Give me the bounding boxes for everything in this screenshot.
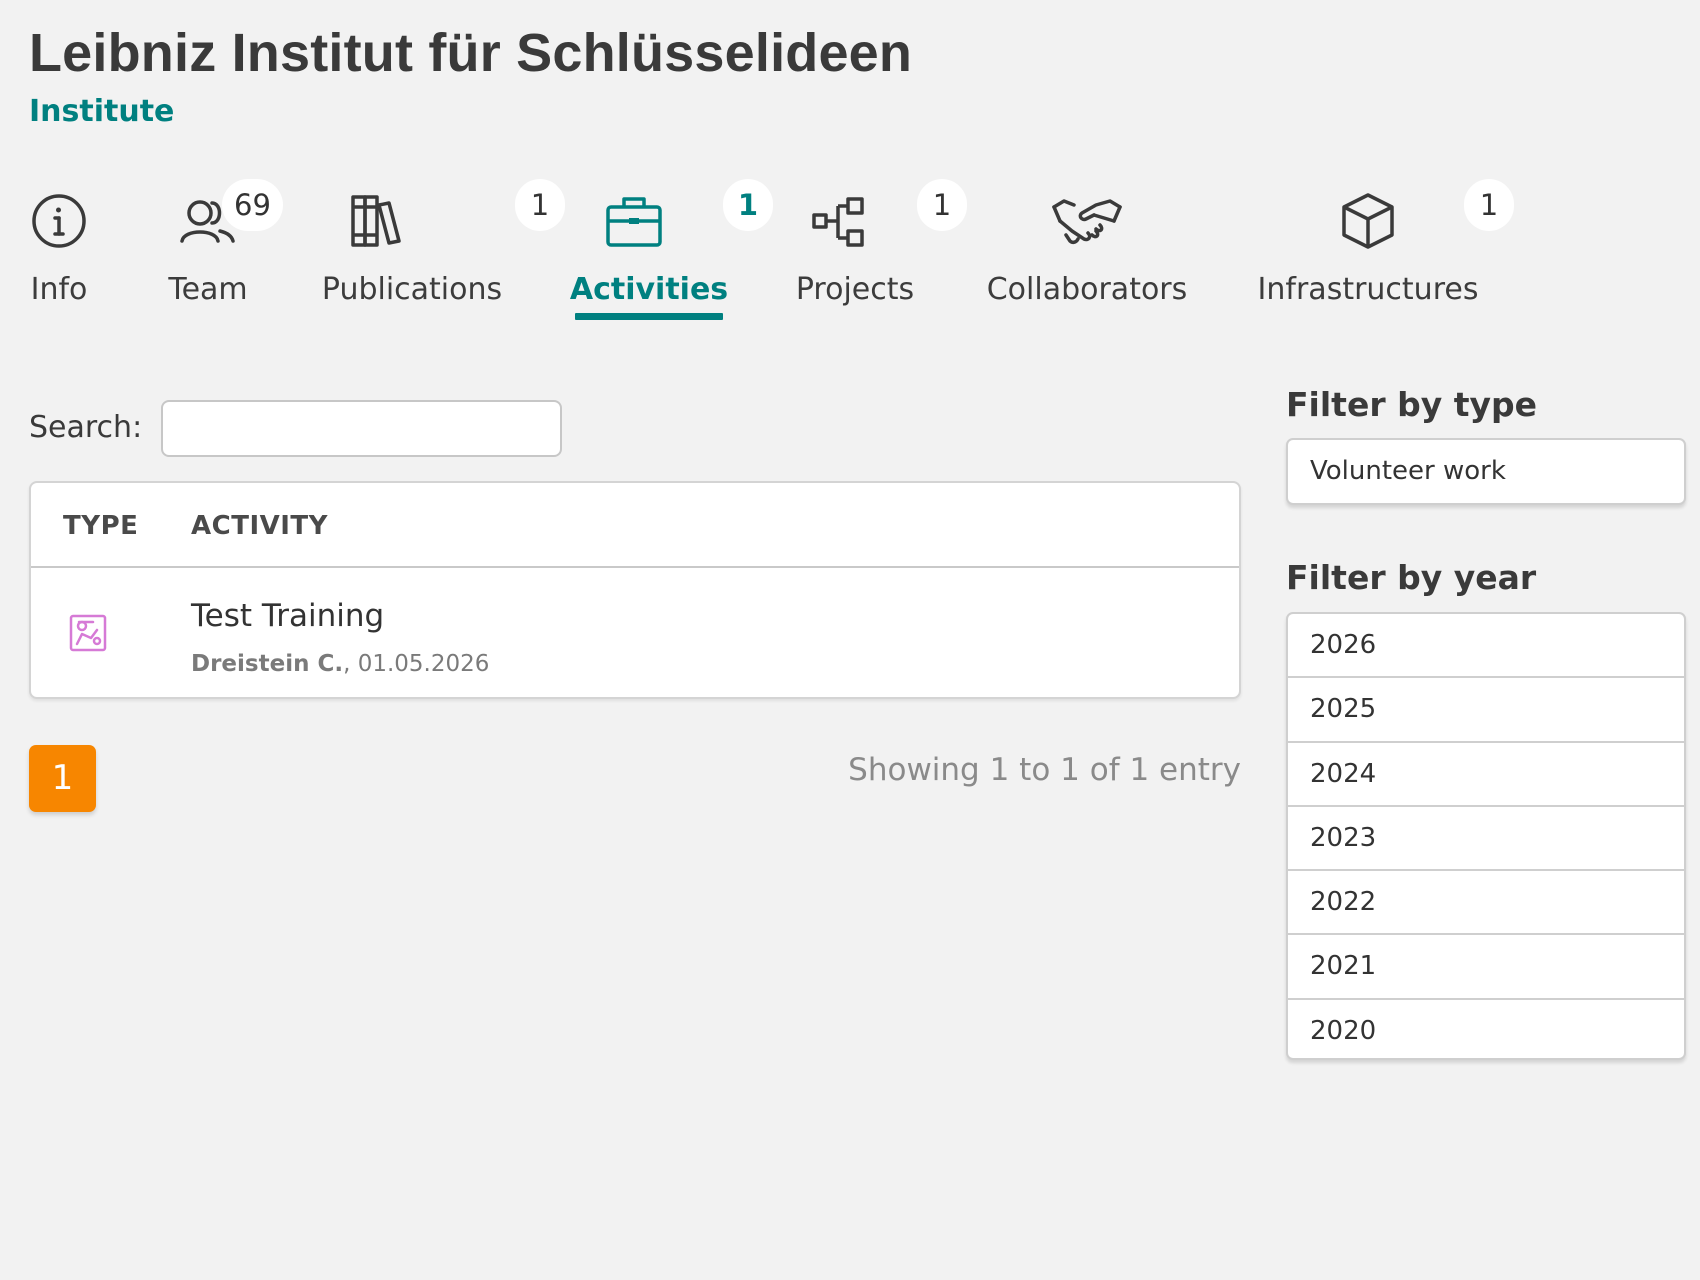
table-header: TYPE ACTIVITY	[31, 483, 1239, 568]
tab-publications[interactable]: 1 Publications	[321, 179, 565, 335]
filter-year-option[interactable]: 2026	[1288, 614, 1684, 679]
filter-year-option[interactable]: 2024	[1288, 743, 1684, 807]
filter-year-option[interactable]: 2025	[1288, 678, 1684, 743]
active-tab-indicator	[575, 313, 723, 320]
tab-activities[interactable]: 1 Activities	[570, 179, 773, 335]
tab-info[interactable]: Info	[29, 185, 89, 335]
filter-type-heading: Filter by type	[1286, 385, 1537, 424]
filter-type-option[interactable]: Volunteer work	[1286, 438, 1686, 505]
search-label: Search:	[29, 410, 143, 445]
filter-year-option[interactable]: 2022	[1288, 871, 1684, 936]
tab-projects-label: Projects	[795, 272, 915, 307]
tab-team[interactable]: 69 Team	[168, 179, 283, 335]
tab-projects[interactable]: 1 Projects	[795, 179, 967, 335]
tab-infrastructures-label: Infrastructures	[1257, 272, 1479, 307]
books-icon	[351, 195, 401, 247]
page-title: Leibniz Institut für Schlüsselideen	[29, 23, 913, 83]
tab-activities-label: Activities	[569, 272, 729, 307]
pagination-info: Showing 1 to 1 of 1 entry	[848, 752, 1241, 788]
tab-activities-badge: 1	[723, 179, 773, 231]
chalkboard-teacher-icon	[69, 614, 107, 652]
tab-team-label: Team	[168, 272, 248, 307]
filter-year-list: 2026 2025 2024 2023 2022 2021 2020	[1286, 612, 1686, 1060]
activities-table: TYPE ACTIVITY Test Training Dreistein C.…	[29, 481, 1241, 699]
filter-year-option[interactable]: 2020	[1288, 1000, 1684, 1058]
activity-meta: Dreistein C., 01.05.2026	[191, 651, 489, 677]
tab-team-badge: 69	[222, 179, 283, 231]
search-input[interactable]	[161, 400, 562, 457]
filter-year-option[interactable]: 2021	[1288, 935, 1684, 1000]
tab-publications-label: Publications	[321, 272, 503, 307]
filter-year-heading: Filter by year	[1286, 558, 1537, 597]
tab-collaborators[interactable]: Collaborators	[986, 185, 1188, 335]
tab-projects-badge: 1	[917, 179, 967, 231]
briefcase-icon	[606, 197, 662, 247]
column-header-activity[interactable]: ACTIVITY	[191, 511, 328, 541]
tree-structure-icon	[812, 197, 864, 247]
info-icon	[32, 194, 86, 248]
tab-collaborators-label: Collaborators	[986, 272, 1188, 307]
activity-title[interactable]: Test Training	[191, 598, 384, 634]
filter-year-option[interactable]: 2023	[1288, 807, 1684, 872]
tab-infrastructures[interactable]: 1 Infrastructures	[1257, 179, 1514, 335]
tab-info-label: Info	[30, 272, 88, 307]
column-header-type[interactable]: TYPE	[63, 511, 138, 541]
activity-date: , 01.05.2026	[343, 651, 490, 677]
tab-infrastructures-badge: 1	[1464, 179, 1514, 231]
page-subtitle: Institute	[29, 94, 175, 129]
handshake-icon	[1052, 199, 1122, 245]
tab-publications-badge: 1	[515, 179, 565, 231]
table-row[interactable]: Test Training Dreistein C., 01.05.2026	[31, 568, 1239, 699]
cube-icon	[1342, 193, 1394, 249]
activity-author[interactable]: Dreistein C.	[191, 651, 343, 677]
pagination-page-button[interactable]: 1	[29, 745, 96, 812]
